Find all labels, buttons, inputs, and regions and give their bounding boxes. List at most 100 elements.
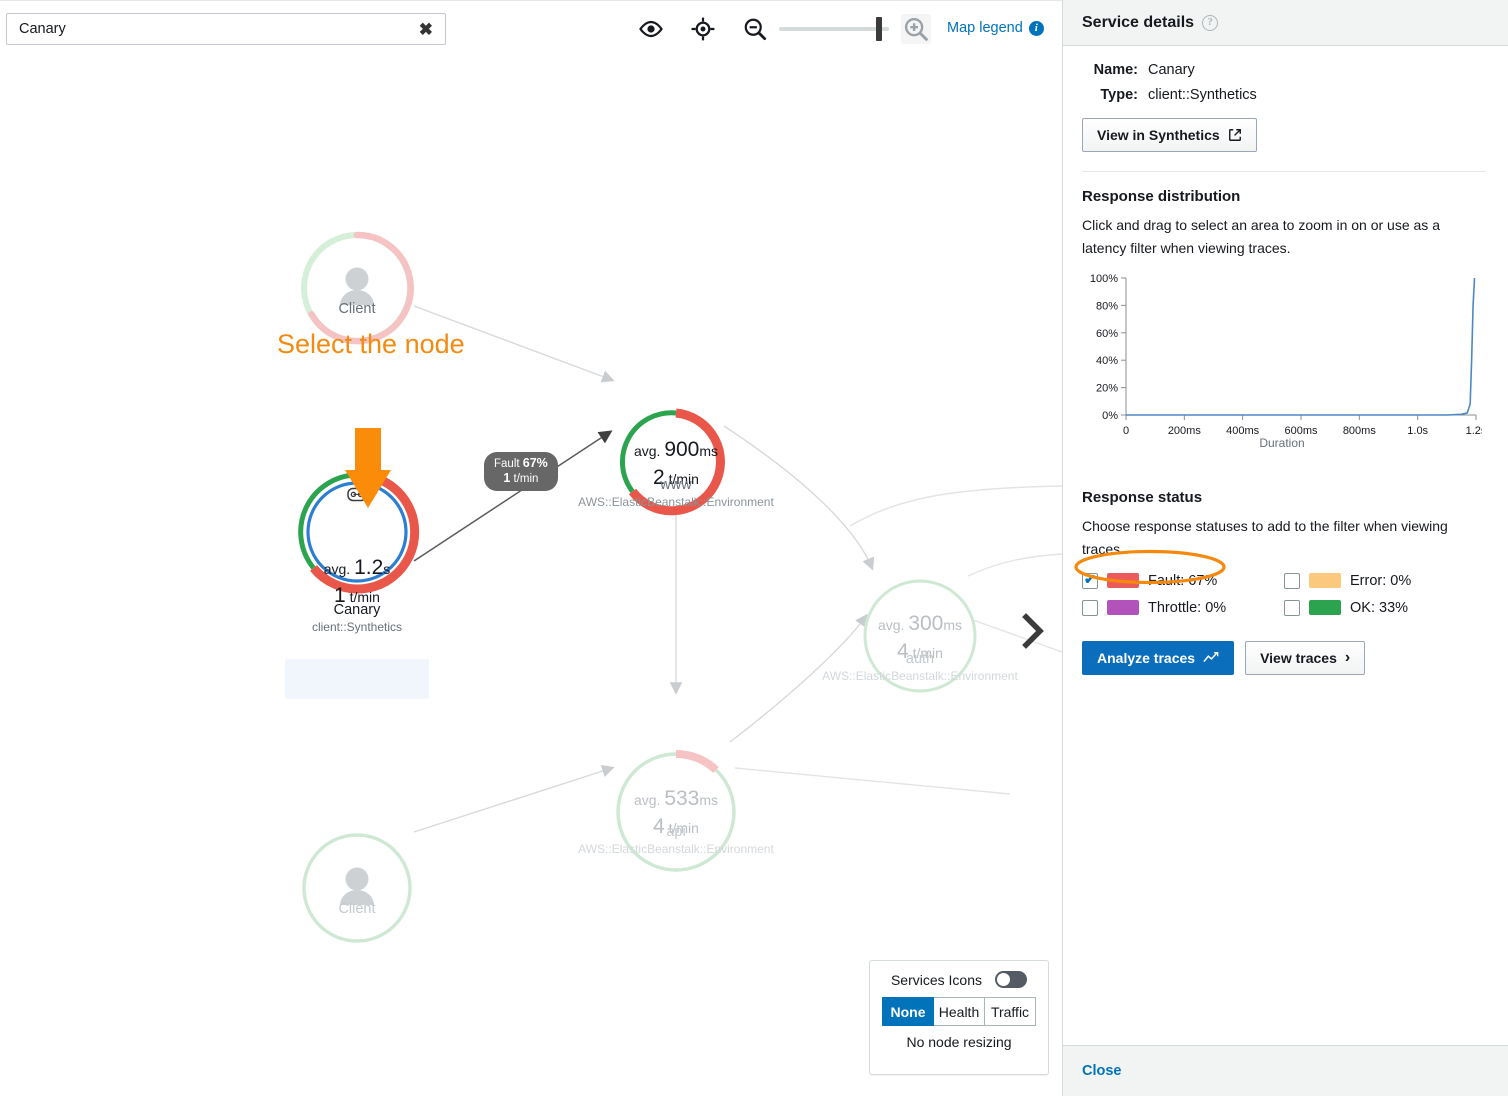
map-legend-link[interactable]: Map legend i — [947, 20, 1044, 36]
chart-x-axis-label: Duration — [1082, 436, 1482, 450]
label-ok: OK: 33% — [1350, 600, 1408, 616]
api-type: AWS::ElasticBeanstalk::Environment — [486, 842, 866, 856]
client-top-name: Client — [287, 301, 427, 317]
chevron-right-icon: › — [1345, 649, 1350, 667]
focus-icon[interactable] — [689, 15, 717, 43]
chart-y-tick: 80% — [1096, 300, 1118, 312]
canary-avg-unit: s — [383, 561, 390, 577]
node-resizing-status: No node resizing — [882, 1034, 1036, 1050]
checkbox-throttle[interactable] — [1082, 600, 1098, 616]
name-key: Name: — [1082, 62, 1138, 78]
response-status-desc: Choose response statuses to add to the f… — [1082, 515, 1486, 561]
www-avg-value: 900 — [664, 438, 699, 461]
edge-rate-unit: t/min — [510, 473, 538, 485]
chart-y-tick: 100% — [1090, 273, 1118, 285]
status-item-fault[interactable]: Fault: 67% — [1082, 567, 1284, 594]
detail-row-name: Name: Canary — [1082, 62, 1486, 78]
swatch-ok — [1309, 600, 1341, 615]
page-title: Service details — [1082, 14, 1194, 32]
close-button[interactable]: Close — [1082, 1063, 1122, 1079]
service-details-body: Name: Canary Type: client::Synthetics Vi… — [1063, 46, 1508, 675]
view-in-synthetics-button[interactable]: View in Synthetics — [1082, 118, 1257, 152]
external-link-icon — [1228, 128, 1242, 142]
help-icon[interactable]: ? — [1202, 15, 1218, 31]
map-legend-label: Map legend — [947, 20, 1023, 36]
response-distribution-title: Response distribution — [1082, 188, 1486, 205]
info-icon[interactable]: i — [1029, 21, 1044, 36]
node-resize-segmented-control: None Health Traffic — [882, 997, 1036, 1026]
analyze-traces-button[interactable]: Analyze traces — [1082, 641, 1234, 675]
api-avg-prefix: avg. — [634, 792, 660, 808]
view-traces-button[interactable]: View traces › — [1245, 641, 1365, 675]
type-value: client::Synthetics — [1148, 87, 1257, 103]
services-icons-row: Services Icons — [882, 971, 1036, 988]
chart-series-line — [1126, 278, 1475, 415]
response-status-title: Response status — [1082, 489, 1486, 506]
canary-selected-highlight — [285, 659, 429, 699]
status-item-error[interactable]: Error: 0% — [1284, 567, 1486, 594]
checkbox-error[interactable] — [1284, 573, 1300, 589]
canary-name: Canary — [287, 602, 427, 618]
auth-avg-unit: ms — [943, 617, 962, 633]
node-label-client-top[interactable]: Client — [287, 301, 427, 317]
www-avg-unit: ms — [699, 443, 718, 459]
service-details-panel: Service details ? Name: Canary Type: cli… — [1062, 0, 1508, 1096]
detail-row-type: Type: client::Synthetics — [1082, 87, 1486, 103]
segment-none[interactable]: None — [882, 997, 934, 1026]
edge-badge-canary-www[interactable]: Fault 67% 1 t/min — [484, 452, 558, 491]
chart-y-tick: 0% — [1102, 410, 1118, 422]
node-metrics-canary: avg. 1.2s 1 t/min — [282, 556, 432, 608]
service-map-graph — [0, 56, 1062, 1096]
checkbox-ok[interactable] — [1284, 600, 1300, 616]
edge-fault-prefix: Fault — [494, 458, 523, 470]
chart-plot-area[interactable]: 0%20%40%60%80%100%0200ms400ms600ms800ms1… — [1082, 268, 1482, 453]
divider — [1082, 171, 1486, 172]
label-fault: Fault: 67% — [1148, 573, 1217, 589]
node-label-auth[interactable]: auth AWS::ElasticBeanstalk::Environment — [730, 651, 1062, 683]
services-icons-toggle[interactable] — [995, 971, 1027, 988]
node-label-canary[interactable]: Canary client::Synthetics — [287, 602, 427, 634]
trace-actions-row: Analyze traces View traces › — [1082, 641, 1486, 675]
chart-y-tick: 40% — [1096, 355, 1118, 367]
status-item-ok[interactable]: OK: 33% — [1284, 594, 1486, 621]
status-item-throttle[interactable]: Throttle: 0% — [1082, 594, 1284, 621]
type-key: Type: — [1082, 87, 1138, 103]
response-status-list: Fault: 67% Error: 0% Throttle: 0% OK: 33… — [1082, 567, 1486, 621]
clear-search-button[interactable]: ✖ — [417, 21, 435, 38]
service-map-canvas[interactable]: avg. 1.2s 1 t/min avg. 900ms 2 t/min avg… — [0, 56, 1062, 1096]
label-throttle: Throttle: 0% — [1148, 600, 1226, 616]
swatch-throttle — [1107, 600, 1139, 615]
response-distribution-desc: Click and drag to select an area to zoom… — [1082, 214, 1486, 260]
auth-name: auth — [730, 651, 1062, 667]
label-error: Error: 0% — [1350, 573, 1411, 589]
zoom-slider-handle[interactable] — [876, 17, 882, 41]
services-icons-label: Services Icons — [891, 972, 982, 988]
response-distribution-chart[interactable]: 0%20%40%60%80%100%0200ms400ms600ms800ms1… — [1082, 268, 1482, 473]
segment-traffic[interactable]: Traffic — [985, 997, 1036, 1026]
canary-avg-prefix: avg. — [324, 561, 350, 577]
zoom-out-icon[interactable] — [741, 15, 769, 43]
client-bottom-name: Client — [287, 901, 427, 917]
eye-icon[interactable] — [637, 15, 665, 43]
node-label-api[interactable]: api AWS::ElasticBeanstalk::Environment — [486, 824, 866, 856]
canary-avg-value: 1.2 — [354, 556, 383, 579]
segment-health[interactable]: Health — [934, 997, 985, 1026]
search-box[interactable]: ✖ — [6, 13, 446, 45]
map-settings-panel: Services Icons None Health Traffic No no… — [869, 960, 1049, 1075]
canary-type: client::Synthetics — [287, 620, 427, 634]
map-toolbar: ✖ Map legend i — [0, 0, 1062, 56]
annotation-select-node: Select the node — [277, 329, 465, 360]
chart-y-tick: 60% — [1096, 328, 1118, 340]
search-input[interactable] — [17, 20, 417, 38]
swatch-fault — [1107, 573, 1139, 588]
zoom-slider[interactable] — [779, 27, 889, 31]
expand-chevron-icon — [1026, 617, 1040, 645]
checkbox-fault[interactable] — [1082, 573, 1098, 589]
zoom-in-icon[interactable] — [901, 14, 931, 44]
swatch-error — [1309, 573, 1341, 588]
www-avg-prefix: avg. — [634, 443, 660, 459]
auth-type: AWS::ElasticBeanstalk::Environment — [730, 669, 1062, 683]
node-label-client-bottom[interactable]: Client — [287, 901, 427, 917]
view-traces-label: View traces — [1260, 649, 1337, 667]
chart-line-icon — [1203, 651, 1219, 665]
